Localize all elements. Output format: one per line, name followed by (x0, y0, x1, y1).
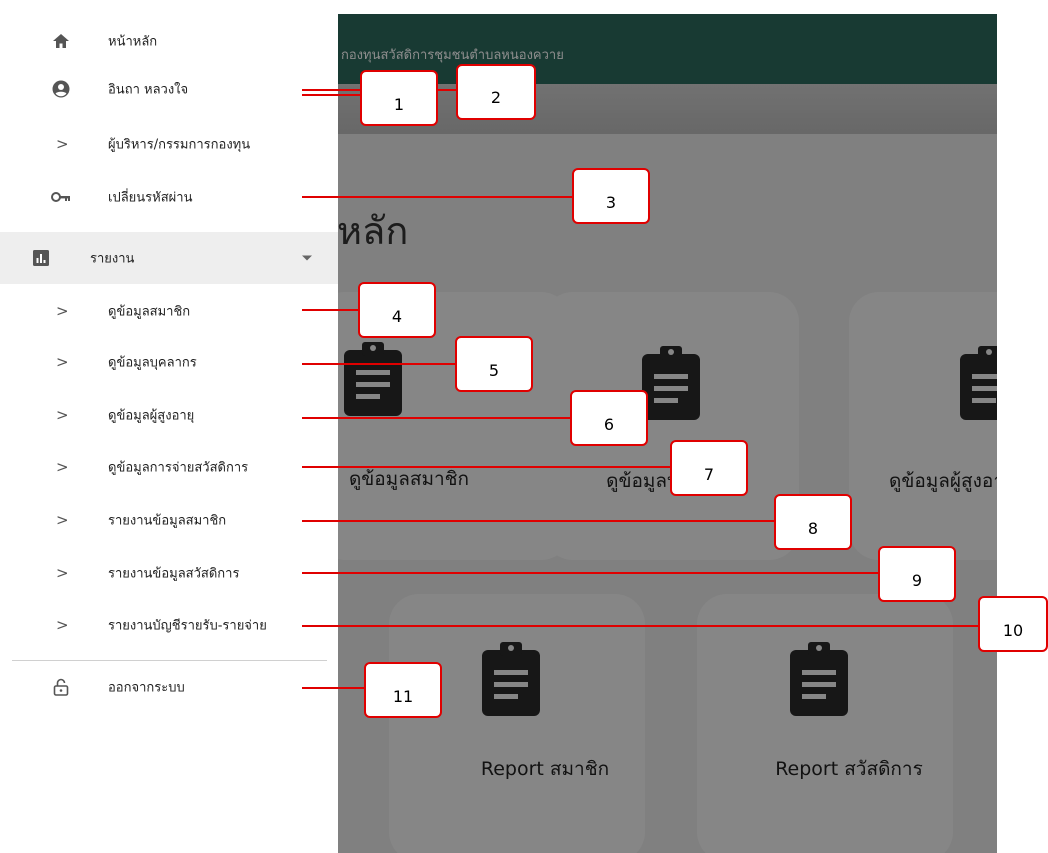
annotation-callout: 3 (572, 168, 650, 224)
annotation-callout: 9 (878, 546, 956, 602)
annotation-callout: 7 (670, 440, 748, 496)
annotation-callout: 8 (774, 494, 852, 550)
annotation-arrows (302, 87, 996, 696)
annotation-callout: 5 (455, 336, 533, 392)
annotation-callout: 4 (358, 282, 436, 338)
annotation-callout: 10 (978, 596, 1048, 652)
annotation-callout: 2 (456, 64, 536, 120)
annotation-callout: 1 (360, 70, 438, 126)
annotation-callout: 6 (570, 390, 648, 446)
annotation-callout: 11 (364, 662, 442, 718)
